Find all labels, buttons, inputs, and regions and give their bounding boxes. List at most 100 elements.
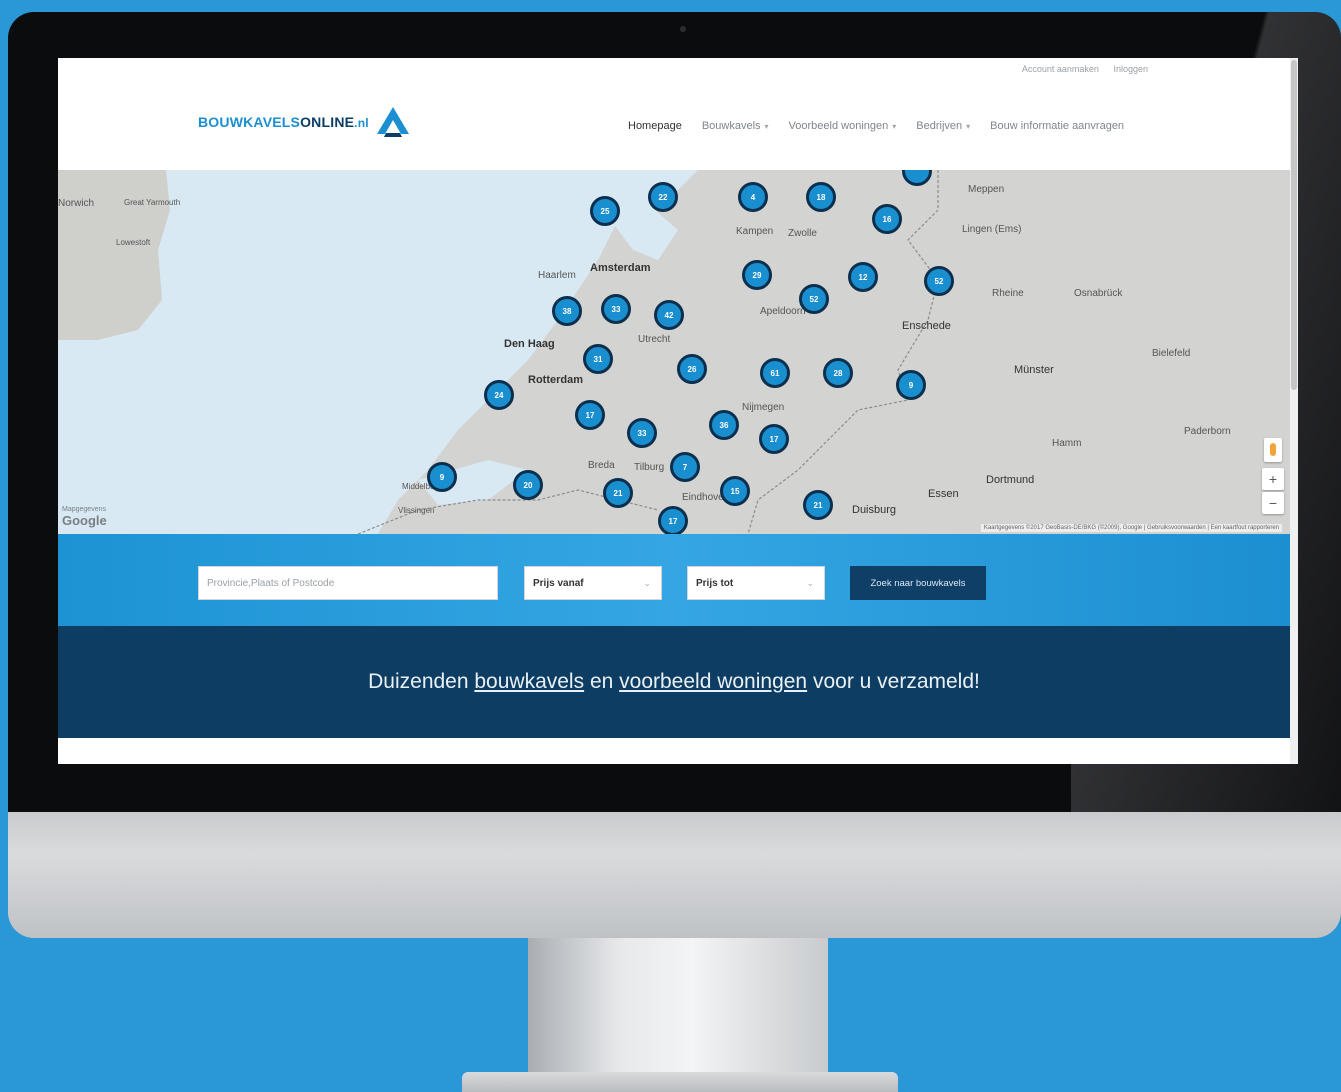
map-cluster-marker[interactable]: 9 [427,462,457,492]
map-background [58,170,1290,534]
map-cluster-marker[interactable]: 15 [720,476,750,506]
tagline-bouwkavels-link[interactable]: bouwkavels [474,670,584,694]
map-cluster-marker[interactable]: 26 [677,354,707,384]
browser-screen: Account aanmaken Inloggen BOUWKAVELSONLI… [58,58,1298,764]
nav-bouw-informatie[interactable]: Bouw informatie aanvragen [990,120,1124,132]
login-link[interactable]: Inloggen [1113,64,1148,74]
map-cluster-marker[interactable]: 20 [513,470,543,500]
map-cluster-marker[interactable]: 52 [799,284,829,314]
logo-part-bouwkavels: BOUWKAVELS [198,114,301,130]
site-logo[interactable]: BOUWKAVELSONLINE.nl [198,104,411,140]
city-label: Tilburg [634,462,665,473]
zoom-out-button[interactable]: − [1262,492,1284,514]
city-label: Münster [1014,364,1054,376]
map-cluster-marker[interactable]: 22 [648,182,678,212]
city-label: Rotterdam [528,374,584,386]
price-to-label: Prijs tot [696,577,734,589]
city-label: Osnabrück [1074,288,1123,299]
search-button[interactable]: Zoek naar bouwkavels [850,566,986,600]
tagline-middle: en [584,670,620,693]
google-logo-text: Google [62,513,107,528]
city-label: Nijmegen [742,402,785,413]
map-cluster-marker[interactable]: 17 [575,400,605,430]
map-cluster-marker[interactable]: 18 [806,182,836,212]
chevron-down-icon: ⌄ [643,577,651,588]
logo-part-online: ONLINE [300,114,355,130]
price-from-select[interactable]: Prijs vanaf ⌄ [524,566,662,600]
location-search-input[interactable]: Provincie,Plaats of Postcode [198,566,498,600]
map-cluster-marker[interactable]: 24 [484,380,514,410]
map-cluster-marker[interactable]: 25 [590,196,620,226]
city-label: Enschede [902,320,951,332]
map-cluster-marker[interactable]: 29 [742,260,772,290]
nav-homepage-label: Homepage [628,120,682,132]
account-links: Account aanmaken Inloggen [1010,64,1148,74]
map-view[interactable]: Norwich Great Yarmouth Lowestoft Haarlem… [58,170,1290,534]
price-from-label: Prijs vanaf [533,577,584,589]
nav-voorbeeld-woningen-label: Voorbeeld woningen [788,120,889,132]
account-create-link[interactable]: Account aanmaken [1022,64,1099,74]
search-bar: Provincie,Plaats of Postcode Prijs vanaf… [58,534,1290,626]
city-label: Dortmund [986,474,1035,486]
camera-icon [680,26,686,32]
monitor-chin [8,808,1341,938]
map-cluster-marker[interactable]: 31 [583,344,613,374]
chevron-down-icon: ⌄ [806,577,814,588]
city-label: Meppen [968,184,1005,195]
city-label: Amsterdam [590,262,651,274]
city-label: Bielefeld [1152,348,1191,359]
google-logo: Mapgegevens Google [62,506,107,528]
street-view-pegman-icon[interactable] [1264,438,1282,462]
google-logo-subtext: Mapgegevens [62,506,106,513]
map-cluster-marker[interactable]: 4 [738,182,768,212]
city-label: Hamm [1052,438,1082,449]
map-cluster-marker[interactable]: 38 [552,296,582,326]
map-cluster-marker[interactable]: 61 [760,358,790,388]
city-label: Rheine [992,288,1024,299]
tagline-prefix: Duizenden [368,670,475,693]
map-cluster-marker[interactable]: 21 [803,490,833,520]
map-cluster-marker[interactable]: 33 [627,418,657,448]
city-label: Lingen (Ems) [962,224,1022,235]
tagline-banner: Duizenden bouwkavels en voorbeeld woning… [58,626,1290,738]
page-scrollbar[interactable] [1290,58,1298,764]
city-label: Apeldoorn [760,306,806,317]
city-label: Vlissingen [398,506,435,515]
map-cluster-marker[interactable]: 16 [872,204,902,234]
city-label: Paderborn [1184,426,1231,437]
tagline-voorbeeld-woningen-link[interactable]: voorbeeld woningen [619,670,807,694]
map-cluster-marker[interactable]: 9 [896,370,926,400]
city-label: Duisburg [852,504,897,516]
map-cluster-marker[interactable]: 28 [823,358,853,388]
price-to-select[interactable]: Prijs tot ⌄ [687,566,825,600]
map-attribution[interactable]: Kaartgegevens ©2017 GeoBasis-DE/BKG (©20… [980,524,1282,532]
monitor-stand-base [462,1072,898,1092]
monitor-stand-neck [528,930,828,1080]
map-cluster-marker[interactable]: 52 [924,266,954,296]
logo-text: BOUWKAVELSONLINE.nl [198,114,369,130]
nav-voorbeeld-woningen[interactable]: Voorbeeld woningen ▾ [789,120,897,132]
city-label: Essen [928,488,959,500]
city-label: Zwolle [788,228,817,239]
nav-bouw-informatie-label: Bouw informatie aanvragen [990,120,1125,132]
map-cluster-marker[interactable]: 17 [658,506,688,534]
city-label: Haarlem [538,270,576,281]
zoom-in-button[interactable]: + [1262,468,1284,490]
nav-homepage[interactable]: Homepage [628,120,682,132]
caret-down-icon: ▾ [966,122,971,131]
nav-bedrijven-label: Bedrijven [916,120,963,132]
map-cluster-marker[interactable]: 33 [601,294,631,324]
map-cluster-marker[interactable]: 12 [848,262,878,292]
city-label: Great Yarmouth [124,198,181,207]
map-cluster-marker[interactable]: 42 [654,300,684,330]
city-label: Lowestoft [116,238,151,247]
city-label: Kampen [736,226,774,237]
map-cluster-marker[interactable]: 17 [759,424,789,454]
caret-down-icon: ▾ [892,122,897,131]
map-cluster-marker[interactable]: 7 [670,452,700,482]
map-cluster-marker[interactable]: 21 [603,478,633,508]
map-cluster-marker[interactable]: 36 [709,410,739,440]
nav-bouwkavels[interactable]: Bouwkavels ▾ [702,120,769,132]
house-roof-icon [376,107,409,137]
nav-bedrijven[interactable]: Bedrijven ▾ [916,120,970,132]
